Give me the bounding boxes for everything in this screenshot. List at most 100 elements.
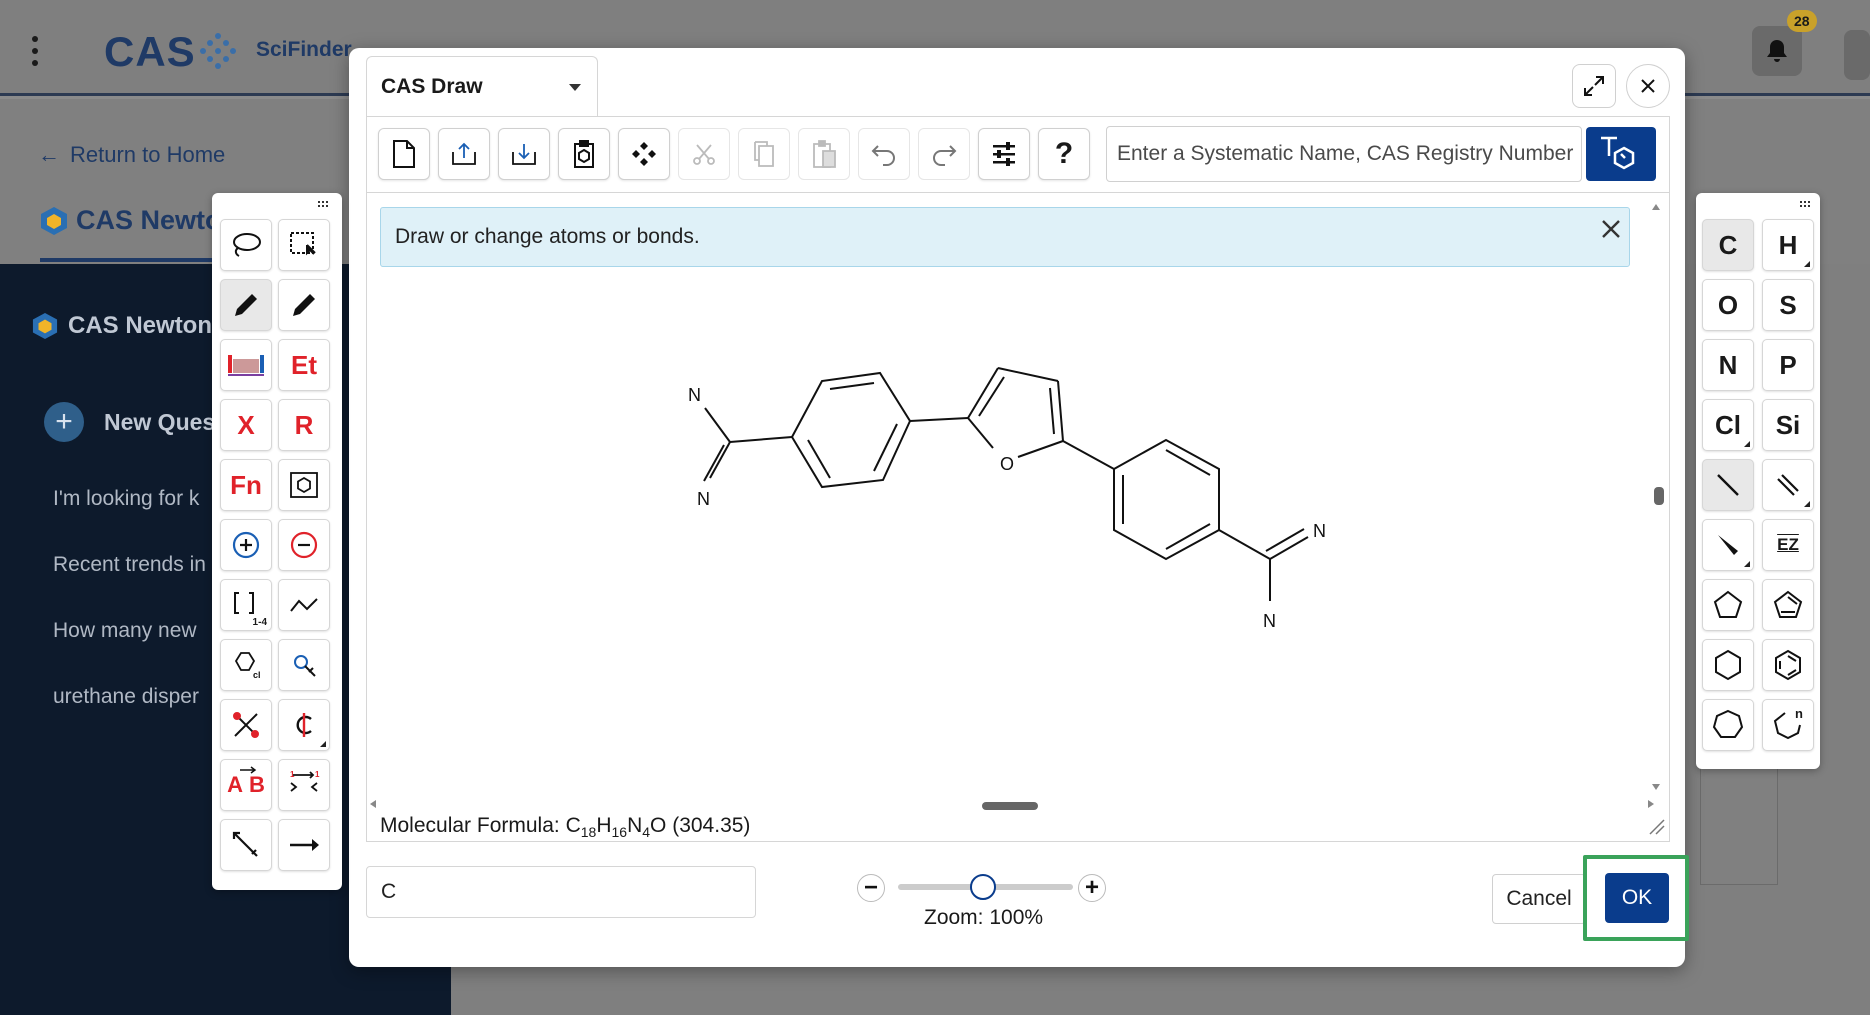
cycloheptane-button[interactable] — [1702, 699, 1754, 751]
notification-badge: 28 — [1787, 10, 1817, 32]
double-bond-button[interactable] — [1762, 459, 1814, 511]
zoom-slider-handle[interactable] — [970, 874, 996, 900]
zoom-label: Zoom: 100% — [924, 906, 1044, 929]
heptagon-icon — [1712, 709, 1744, 738]
plus-circle-icon — [232, 531, 260, 559]
ring-system-button[interactable] — [278, 459, 330, 511]
clean-button[interactable] — [618, 128, 670, 180]
expand-button[interactable] — [1572, 64, 1616, 108]
arrow-left-icon: ← — [38, 142, 60, 167]
notifications-button[interactable] — [1752, 26, 1802, 76]
reaction-bond-button[interactable] — [220, 819, 272, 871]
scroll-down-arrow[interactable] — [1652, 784, 1660, 790]
history-item[interactable]: Recent trends in — [53, 553, 206, 577]
vertical-scrollbar[interactable] — [1654, 487, 1664, 505]
atom-h-button[interactable]: H — [1762, 219, 1814, 271]
pentagon-double-icon — [1773, 590, 1803, 618]
template-button[interactable] — [558, 128, 610, 180]
reaction-arrow-button[interactable] — [278, 819, 330, 871]
formula-element: C — [565, 814, 581, 837]
scroll-left-arrow[interactable] — [370, 800, 376, 808]
name-to-structure-button[interactable] — [1586, 127, 1656, 181]
import-button[interactable] — [438, 128, 490, 180]
return-to-home-link[interactable]: ← Return to Home — [38, 142, 225, 168]
editor-select[interactable]: CAS Draw — [366, 56, 598, 116]
rect-select-button[interactable] — [278, 219, 330, 271]
help-button[interactable]: ? — [1038, 128, 1090, 180]
atom-cl-button[interactable]: Cl — [1702, 399, 1754, 451]
user-menu-button[interactable] — [1844, 30, 1870, 80]
range-label: 1-4 — [252, 617, 267, 628]
atom-si-button[interactable]: Si — [1762, 399, 1814, 451]
reaction-role-button[interactable]: A B — [220, 759, 272, 811]
atom-s-button[interactable]: S — [1762, 279, 1814, 331]
settings-button[interactable] — [978, 128, 1030, 180]
single-bond-button[interactable] — [1702, 459, 1754, 511]
export-button[interactable] — [498, 128, 550, 180]
b-label: B — [249, 772, 265, 797]
repeating-group-button[interactable]: 1-4 — [220, 579, 272, 631]
tab-cas-newton[interactable]: CAS Newto — [40, 205, 222, 236]
paste-button[interactable] — [798, 128, 850, 180]
draw-atoms-bonds-button[interactable] — [220, 279, 272, 331]
positive-charge-button[interactable] — [220, 519, 272, 571]
drag-handle-icon[interactable] — [318, 201, 330, 207]
custom-ring-button[interactable]: n — [1762, 699, 1814, 751]
formula-label: Molecular Formula: — [380, 814, 566, 837]
copy-button[interactable] — [738, 128, 790, 180]
cancel-button[interactable]: Cancel — [1492, 874, 1586, 924]
atom-label: Si — [1775, 409, 1801, 440]
atom-c-button[interactable]: C — [1702, 219, 1754, 271]
submenu-indicator-icon — [320, 741, 326, 747]
redo-button[interactable] — [918, 128, 970, 180]
ok-button[interactable]: OK — [1605, 873, 1669, 923]
atom-lock-button[interactable] — [278, 639, 330, 691]
benzene-button[interactable] — [1762, 639, 1814, 691]
variable-x-button[interactable]: X — [220, 399, 272, 451]
main-menu-icon[interactable] — [28, 36, 42, 66]
ez-stereo-button[interactable]: EZ — [1762, 519, 1814, 571]
chiral-center-button[interactable] — [278, 699, 330, 751]
formula-mass: (304.35) — [666, 814, 751, 837]
drag-handle-icon[interactable] — [1800, 201, 1812, 207]
bond-cleavage-button[interactable] — [220, 699, 272, 751]
zoom-in-button[interactable]: + — [1078, 874, 1106, 902]
chain-tool-button[interactable] — [278, 579, 330, 631]
horizontal-scrollbar[interactable] — [982, 802, 1038, 810]
cyclopentadiene-button[interactable] — [1762, 579, 1814, 631]
atom-n-button[interactable]: N — [1702, 339, 1754, 391]
wedge-bond-button[interactable] — [1702, 519, 1754, 571]
submenu-indicator-icon — [1744, 561, 1750, 567]
atom-o-button[interactable]: O — [1702, 279, 1754, 331]
new-question-button[interactable]: + New Ques — [44, 402, 215, 442]
negative-charge-button[interactable] — [278, 519, 330, 571]
single-bond-icon — [1717, 474, 1739, 496]
cas-logo-mark — [200, 33, 236, 69]
lasso-select-button[interactable] — [220, 219, 272, 271]
copy-icon — [754, 141, 774, 167]
ring-lock-button[interactable]: cl — [220, 639, 272, 691]
atom-mapping-button[interactable]: 11 — [278, 759, 330, 811]
question-mark-icon: ? — [1054, 137, 1074, 170]
cyclohexane-button[interactable] — [1702, 639, 1754, 691]
new-button[interactable] — [378, 128, 430, 180]
close-button[interactable] — [1626, 64, 1670, 108]
undo-button[interactable] — [858, 128, 910, 180]
r-group-button[interactable]: R — [278, 399, 330, 451]
cut-button[interactable] — [678, 128, 730, 180]
cyclopentane-button[interactable] — [1702, 579, 1754, 631]
atom-input[interactable] — [366, 866, 756, 918]
history-item[interactable]: How many new — [53, 619, 197, 643]
shortcuts-button[interactable]: Et — [278, 339, 330, 391]
periodic-table-button[interactable] — [220, 339, 272, 391]
atom-p-button[interactable]: P — [1762, 339, 1814, 391]
name-search-input[interactable] — [1106, 126, 1582, 182]
history-item[interactable]: I'm looking for k — [53, 487, 199, 511]
zoom-out-button[interactable]: − — [857, 874, 885, 902]
scroll-up-arrow[interactable] — [1652, 204, 1660, 210]
history-item[interactable]: urethane disper — [53, 685, 199, 709]
resize-grip-icon[interactable] — [1649, 819, 1665, 835]
scroll-right-arrow[interactable] — [1648, 800, 1654, 808]
functional-group-button[interactable]: Fn — [220, 459, 272, 511]
draw-chain-button[interactable] — [278, 279, 330, 331]
